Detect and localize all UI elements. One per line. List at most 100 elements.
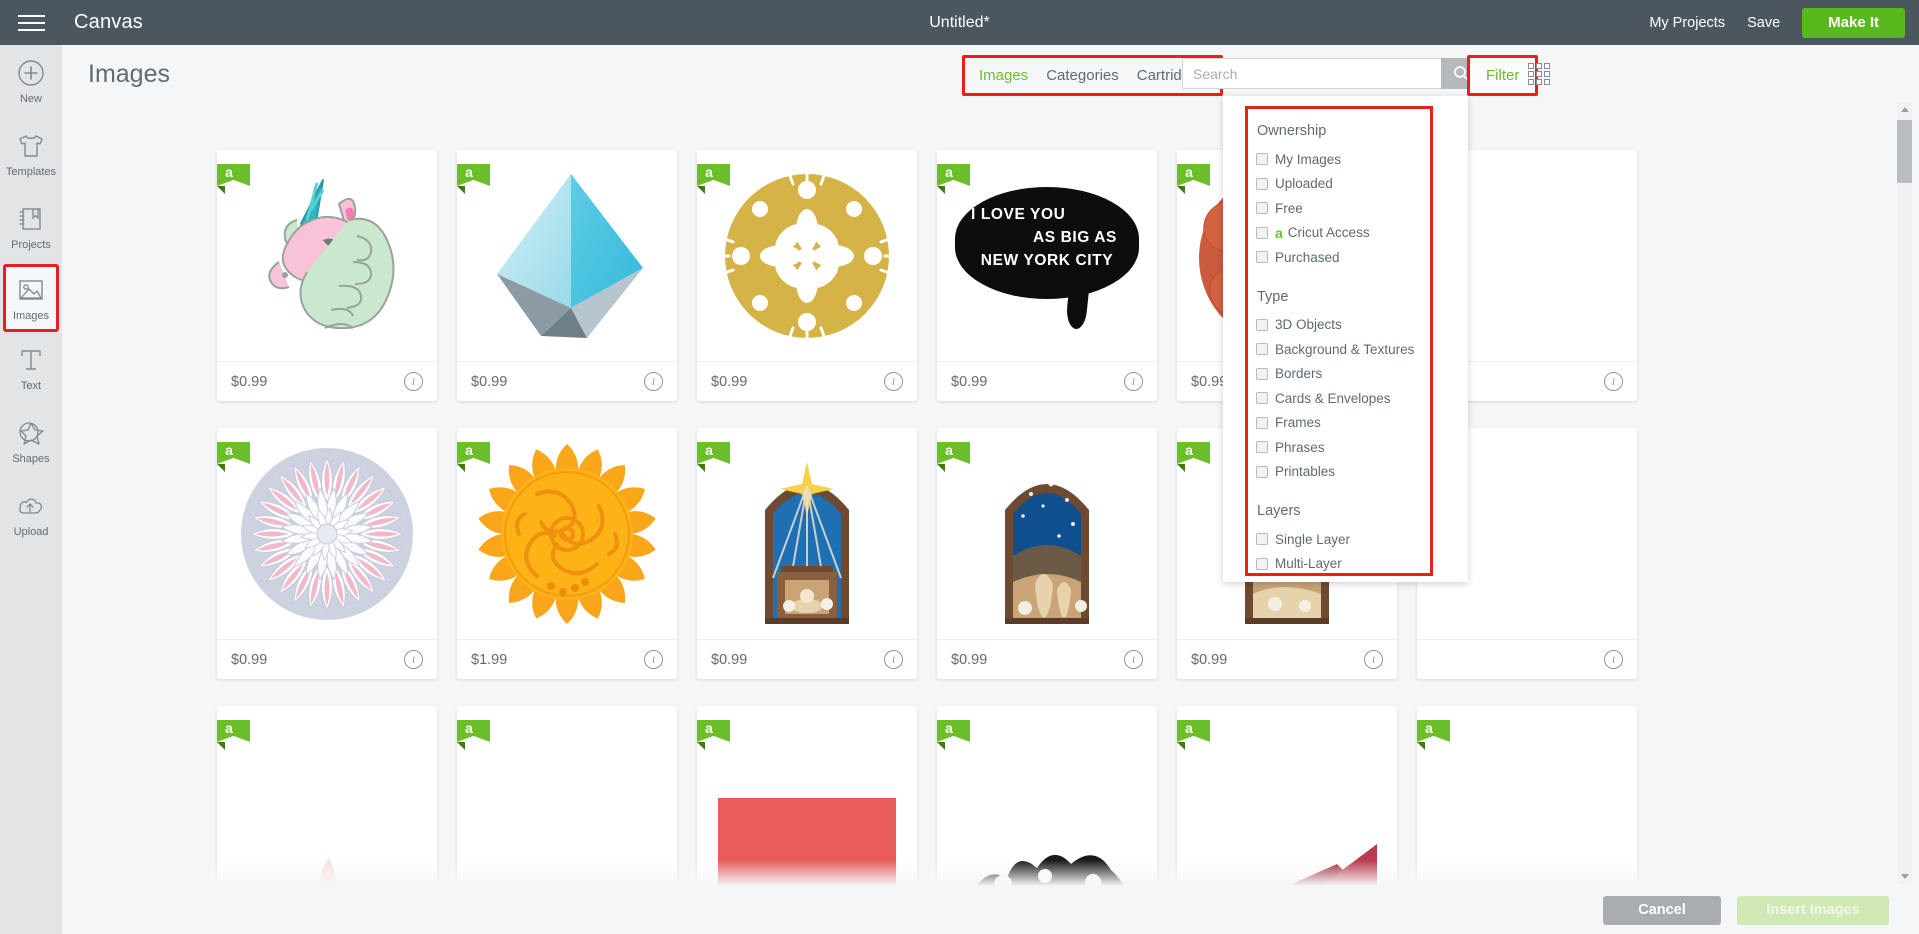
image-card[interactable]: ai bbox=[937, 706, 1157, 886]
image-card[interactable]: a $0.99 i bbox=[457, 150, 677, 401]
sidebar-item-upload[interactable]: Upload bbox=[0, 478, 62, 551]
checkbox[interactable] bbox=[1256, 343, 1268, 356]
sidebar-item-images[interactable]: Images bbox=[3, 264, 59, 332]
filter-dropdown-panel: Ownership My Images Uploaded Free a Cricut Ac… bbox=[1223, 96, 1468, 582]
info-icon[interactable]: i bbox=[404, 372, 423, 391]
cricut-access-badge-icon: a bbox=[930, 164, 970, 194]
image-card-artwork bbox=[1417, 706, 1637, 886]
info-icon[interactable]: i bbox=[1364, 650, 1383, 669]
checkbox[interactable] bbox=[1256, 226, 1268, 239]
filter-option-multi-layer[interactable]: Multi-Layer bbox=[1256, 552, 1430, 574]
image-card-artwork bbox=[697, 706, 917, 886]
card-artwork-svg bbox=[1287, 844, 1377, 886]
checkbox[interactable] bbox=[1256, 533, 1268, 546]
cancel-button[interactable]: Cancel bbox=[1603, 895, 1721, 925]
badge-ribbon: a bbox=[1177, 442, 1210, 464]
filter-option-printables[interactable]: Printables bbox=[1256, 460, 1430, 485]
image-card[interactable]: ai bbox=[457, 706, 677, 886]
tab-images[interactable]: Images bbox=[979, 67, 1028, 84]
filter-option-borders[interactable]: Borders bbox=[1256, 362, 1430, 387]
badge-letter: a bbox=[1185, 720, 1193, 736]
image-price: $0.99 bbox=[1191, 373, 1228, 390]
filter-option-label: Cards & Envelopes bbox=[1275, 390, 1391, 406]
info-icon[interactable]: i bbox=[884, 372, 903, 391]
image-price: $0.99 bbox=[231, 651, 268, 668]
sidebar-item-new[interactable]: New bbox=[0, 45, 62, 118]
info-icon[interactable]: i bbox=[644, 372, 663, 391]
badge-ribbon: a bbox=[217, 720, 250, 742]
image-card[interactable]: ai bbox=[1417, 706, 1637, 886]
info-icon[interactable]: i bbox=[884, 650, 903, 669]
image-card[interactable]: ai bbox=[217, 706, 437, 886]
caret-down-icon[interactable] bbox=[1897, 869, 1912, 884]
sidebar-item-label: Upload bbox=[13, 526, 49, 538]
checkbox[interactable] bbox=[1256, 153, 1268, 166]
filter-option-frames[interactable]: Frames bbox=[1256, 411, 1430, 436]
checkbox[interactable] bbox=[1256, 392, 1268, 405]
hamburger-menu-icon[interactable] bbox=[0, 0, 62, 45]
checkbox[interactable] bbox=[1256, 177, 1268, 190]
checkbox[interactable] bbox=[1256, 367, 1268, 380]
image-price: $1.99 bbox=[471, 651, 508, 668]
card-artwork-svg bbox=[765, 462, 849, 624]
insert-images-button[interactable]: Insert Images bbox=[1737, 895, 1889, 925]
image-card[interactable]: a $0.99 i bbox=[697, 428, 917, 679]
filter-option-free[interactable]: Free bbox=[1256, 196, 1430, 221]
sidebar-item-templates[interactable]: Templates bbox=[0, 118, 62, 191]
filter-option-phrases[interactable]: Phrases bbox=[1256, 435, 1430, 460]
left-sidebar: New Templates Projects Images Text Shape… bbox=[0, 45, 62, 934]
make-it-button[interactable]: Make It bbox=[1802, 7, 1905, 38]
filter-option-background-textures[interactable]: Background & Textures bbox=[1256, 337, 1430, 362]
badge-letter: a bbox=[225, 720, 233, 736]
filter-option-label: Printables bbox=[1275, 464, 1336, 480]
image-card-artwork bbox=[217, 706, 437, 886]
cricut-access-badge-icon: a bbox=[690, 720, 730, 750]
badge-ribbon: a bbox=[457, 164, 490, 186]
scrollbar-thumb[interactable] bbox=[1897, 120, 1912, 183]
info-icon[interactable]: i bbox=[1124, 650, 1143, 669]
image-card[interactable]: a $0.99 i bbox=[697, 150, 917, 401]
sidebar-item-projects[interactable]: Projects bbox=[0, 191, 62, 264]
grid-view-icon[interactable] bbox=[1528, 63, 1550, 85]
image-card[interactable]: a $0.99 i bbox=[217, 428, 437, 679]
filter-option-single-layer[interactable]: Single Layer bbox=[1256, 527, 1430, 552]
image-card[interactable]: ai bbox=[1177, 706, 1397, 886]
cricut-access-badge-icon: a bbox=[210, 720, 250, 750]
filter-option-purchased[interactable]: Purchased bbox=[1256, 245, 1430, 270]
checkbox[interactable] bbox=[1256, 441, 1268, 454]
image-card-footer: $0.99 i bbox=[457, 361, 677, 401]
tab-categories[interactable]: Categories bbox=[1046, 67, 1119, 84]
filter-option-my-images[interactable]: My Images bbox=[1256, 147, 1430, 172]
checkbox[interactable] bbox=[1256, 318, 1268, 331]
image-card[interactable]: ai bbox=[697, 706, 917, 886]
info-icon[interactable]: i bbox=[1604, 372, 1623, 391]
checkbox[interactable] bbox=[1256, 465, 1268, 478]
save-link[interactable]: Save bbox=[1747, 15, 1780, 31]
image-card[interactable]: a $0.99 i bbox=[937, 428, 1157, 679]
info-icon[interactable]: i bbox=[1604, 650, 1623, 669]
checkbox[interactable] bbox=[1256, 557, 1268, 570]
checkbox[interactable] bbox=[1256, 416, 1268, 429]
hamburger-line bbox=[17, 28, 45, 31]
filter-option-cricut-access[interactable]: a Cricut Access bbox=[1256, 221, 1430, 246]
image-card[interactable]: a I LOVE YOU AS BIG AS NEW YORK CITY $0.99 i bbox=[937, 150, 1157, 401]
image-card[interactable]: a $1.99 i bbox=[457, 428, 677, 679]
sidebar-item-shapes[interactable]: Shapes bbox=[0, 405, 62, 478]
info-icon[interactable]: i bbox=[1124, 372, 1143, 391]
sidebar-item-text[interactable]: Text bbox=[0, 332, 62, 405]
red-card-art bbox=[718, 797, 896, 886]
filter-option-uploaded[interactable]: Uploaded bbox=[1256, 172, 1430, 197]
my-projects-link[interactable]: My Projects bbox=[1649, 15, 1725, 31]
badge-ribbon: a bbox=[1177, 164, 1210, 186]
checkbox[interactable] bbox=[1256, 251, 1268, 264]
info-icon[interactable]: i bbox=[404, 650, 423, 669]
filter-option-3d-objects[interactable]: 3D Objects bbox=[1256, 313, 1430, 338]
info-icon[interactable]: i bbox=[644, 650, 663, 669]
search-input[interactable] bbox=[1182, 58, 1441, 89]
image-card[interactable]: a $0.99 i bbox=[217, 150, 437, 401]
filter-option-label: Background & Textures bbox=[1275, 341, 1415, 357]
filter-option-cards-envelopes[interactable]: Cards & Envelopes bbox=[1256, 386, 1430, 411]
checkbox[interactable] bbox=[1256, 202, 1268, 215]
caret-up-icon[interactable] bbox=[1897, 102, 1912, 117]
results-scrollbar[interactable] bbox=[1897, 102, 1912, 884]
